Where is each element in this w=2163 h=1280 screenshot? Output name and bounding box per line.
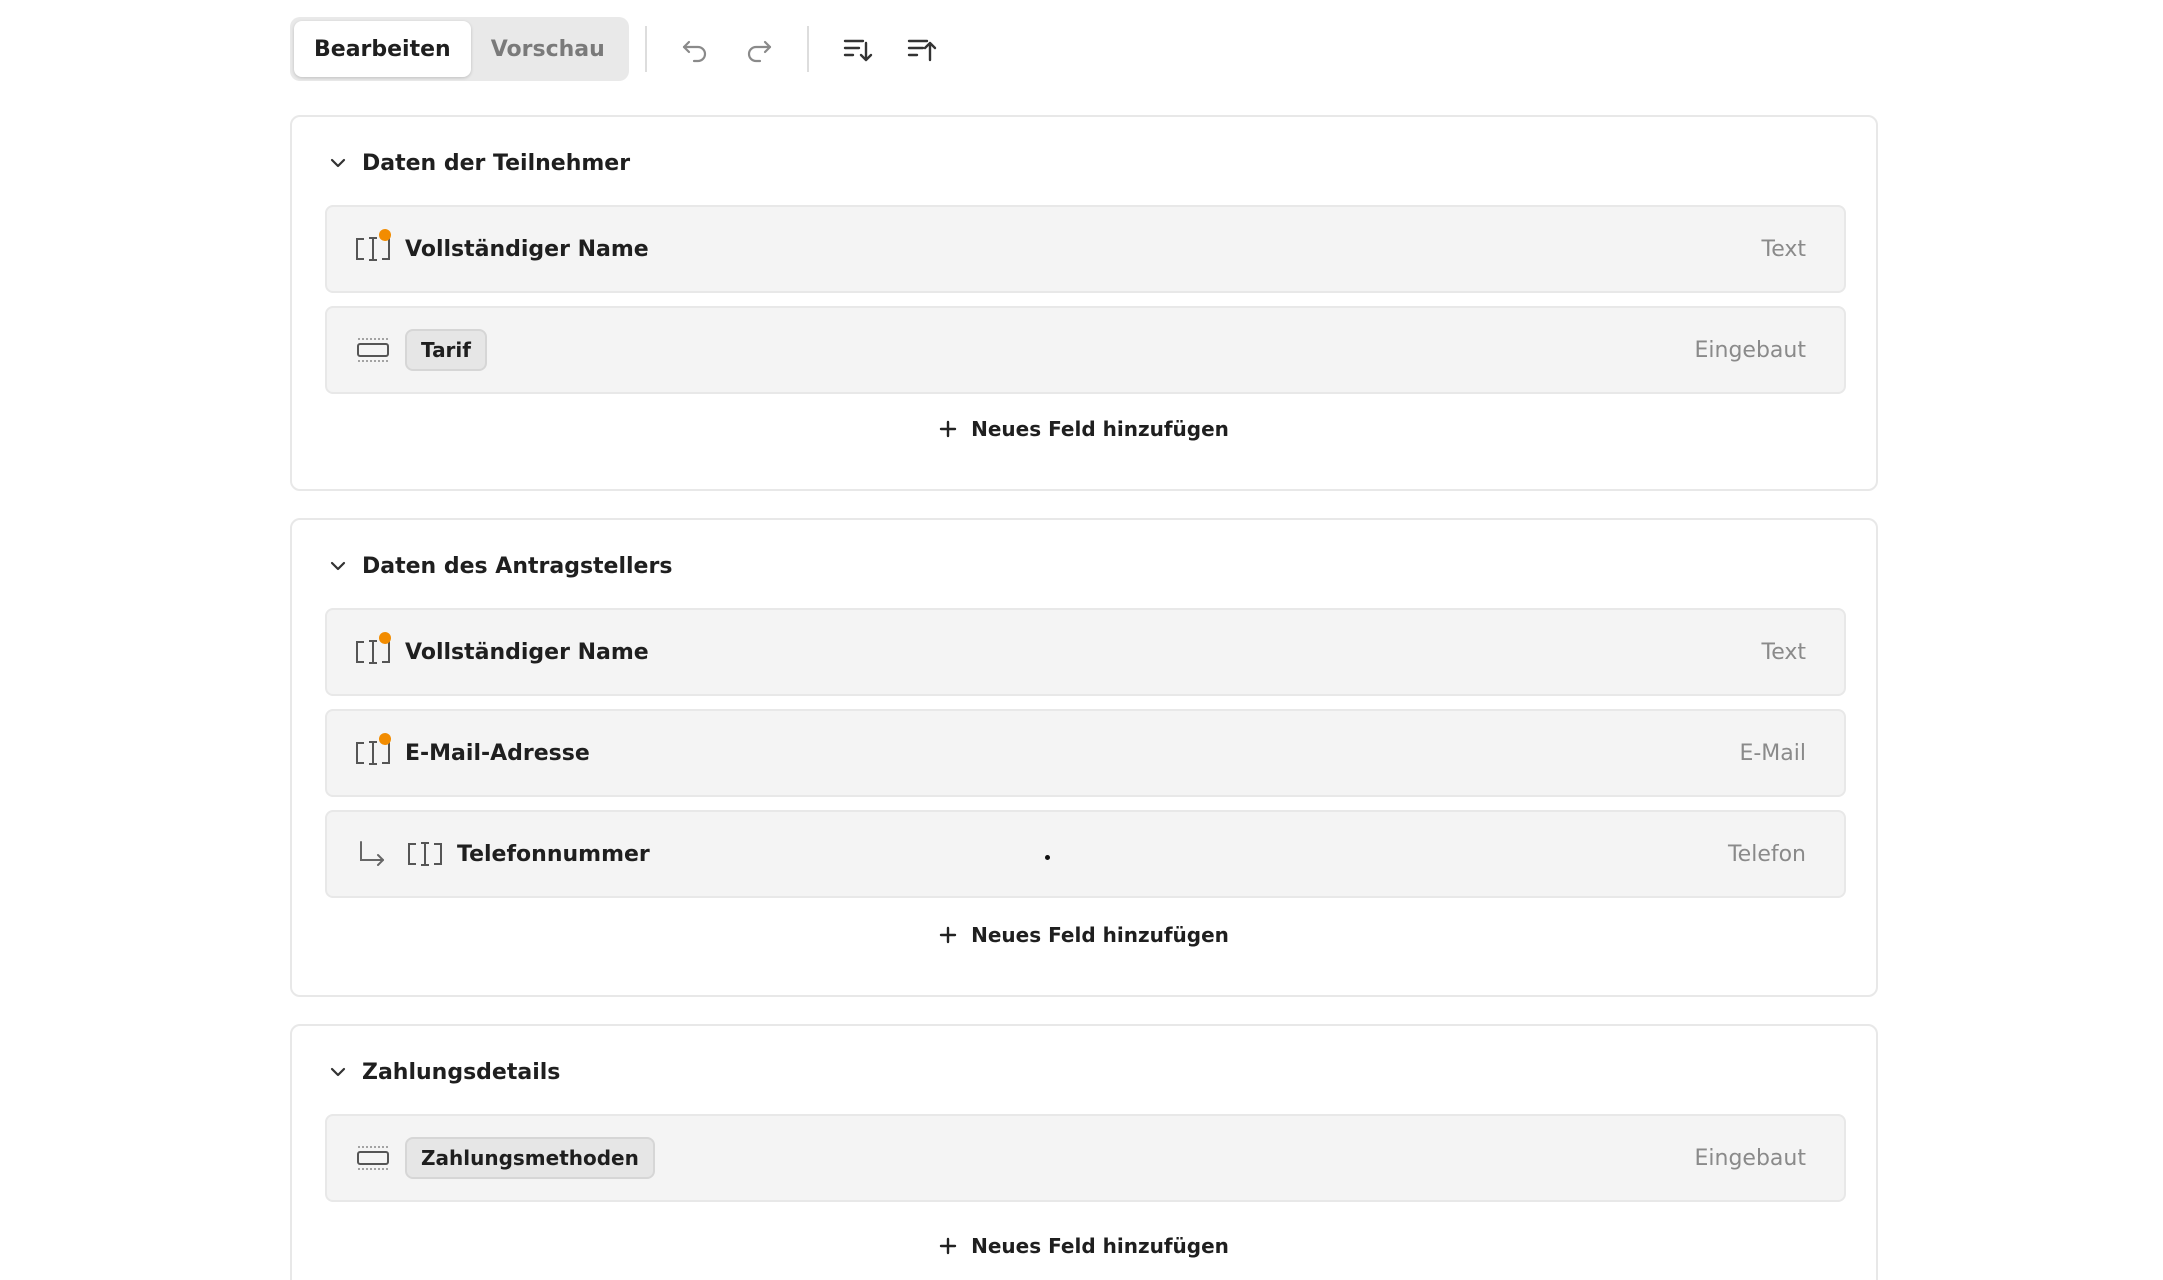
field-row[interactable]: Zahlungsmethoden Eingebaut bbox=[325, 1114, 1846, 1202]
field-label: Telefonnummer bbox=[457, 841, 650, 867]
add-field-label: Neues Feld hinzufügen bbox=[971, 417, 1229, 441]
field-type: Eingebaut bbox=[1694, 1145, 1806, 1171]
section-title: Zahlungsdetails bbox=[362, 1059, 561, 1085]
add-field-label: Neues Feld hinzufügen bbox=[971, 923, 1229, 947]
add-field-button[interactable]: Neues Feld hinzufügen bbox=[939, 923, 1229, 947]
field-type: E-Mail bbox=[1739, 740, 1806, 766]
required-indicator bbox=[379, 632, 391, 644]
section-title: Daten der Teilnehmer bbox=[362, 150, 631, 176]
text-field-icon bbox=[353, 733, 393, 773]
section-header[interactable]: Zahlungsdetails bbox=[328, 1052, 560, 1092]
section-header[interactable]: Daten des Antragstellers bbox=[328, 546, 672, 586]
field-label: Vollständiger Name bbox=[405, 639, 649, 665]
text-field-icon bbox=[405, 834, 445, 874]
section-header[interactable]: Daten der Teilnehmer bbox=[328, 143, 630, 183]
field-type: Eingebaut bbox=[1694, 337, 1806, 363]
mode-switch: Bearbeiten Vorschau bbox=[290, 17, 629, 81]
builtin-field-icon bbox=[353, 330, 393, 370]
redo-icon[interactable] bbox=[735, 25, 783, 73]
field-label: Vollständiger Name bbox=[405, 236, 649, 262]
sort-descending-icon[interactable] bbox=[833, 25, 881, 73]
preview-mode-button[interactable]: Vorschau bbox=[471, 21, 625, 77]
field-row[interactable]: E-Mail-Adresse E-Mail bbox=[325, 709, 1846, 797]
chevron-down-icon bbox=[330, 1067, 346, 1077]
field-type: Text bbox=[1761, 236, 1807, 262]
toolbar-divider bbox=[644, 26, 647, 72]
field-type: Text bbox=[1761, 639, 1807, 665]
add-field-button[interactable]: Neues Feld hinzufügen bbox=[939, 1234, 1229, 1258]
field-row[interactable]: Vollständiger Name Text bbox=[325, 205, 1846, 293]
section-participant-data: Daten der Teilnehmer Vollständiger Name … bbox=[290, 115, 1878, 491]
required-indicator bbox=[379, 229, 391, 241]
form-editor-page: Bearbeiten Vorschau Daten der Teilnehmer bbox=[0, 0, 2163, 1280]
chevron-down-icon bbox=[330, 561, 346, 571]
add-field-button[interactable]: Neues Feld hinzufügen bbox=[939, 417, 1229, 441]
add-field-row: Neues Feld hinzufügen bbox=[292, 1226, 1876, 1266]
section-applicant-data: Daten des Antragstellers Vollständiger N… bbox=[290, 518, 1878, 997]
plus-icon bbox=[939, 926, 957, 944]
add-field-row: Neues Feld hinzufügen bbox=[292, 409, 1876, 449]
field-row[interactable]: Tarif Eingebaut bbox=[325, 306, 1846, 394]
field-chip: Tarif bbox=[405, 329, 487, 371]
field-row[interactable]: Vollständiger Name Text bbox=[325, 608, 1846, 696]
text-field-icon bbox=[353, 229, 393, 269]
plus-icon bbox=[939, 1237, 957, 1255]
section-title: Daten des Antragstellers bbox=[362, 553, 673, 579]
undo-icon[interactable] bbox=[671, 25, 719, 73]
plus-icon bbox=[939, 420, 957, 438]
field-label: E-Mail-Adresse bbox=[405, 740, 590, 766]
field-row[interactable]: Telefonnummer Telefon bbox=[325, 810, 1846, 898]
builtin-field-icon bbox=[353, 1138, 393, 1178]
chevron-down-icon bbox=[330, 158, 346, 168]
edit-mode-button[interactable]: Bearbeiten bbox=[294, 21, 471, 77]
required-indicator bbox=[379, 733, 391, 745]
mouse-cursor bbox=[1045, 855, 1050, 860]
section-payment-details: Zahlungsdetails Zahlungsmethoden Eingeba… bbox=[290, 1024, 1878, 1280]
toolbar-divider bbox=[806, 26, 809, 72]
add-field-row: Neues Feld hinzufügen bbox=[292, 915, 1876, 955]
sort-ascending-icon[interactable] bbox=[897, 25, 945, 73]
add-field-label: Neues Feld hinzufügen bbox=[971, 1234, 1229, 1258]
editor-toolbar: Bearbeiten Vorschau bbox=[290, 17, 953, 81]
field-chip: Zahlungsmethoden bbox=[405, 1137, 655, 1179]
text-field-icon bbox=[353, 632, 393, 672]
field-type: Telefon bbox=[1727, 841, 1806, 867]
conditional-arrow-icon bbox=[353, 834, 393, 874]
